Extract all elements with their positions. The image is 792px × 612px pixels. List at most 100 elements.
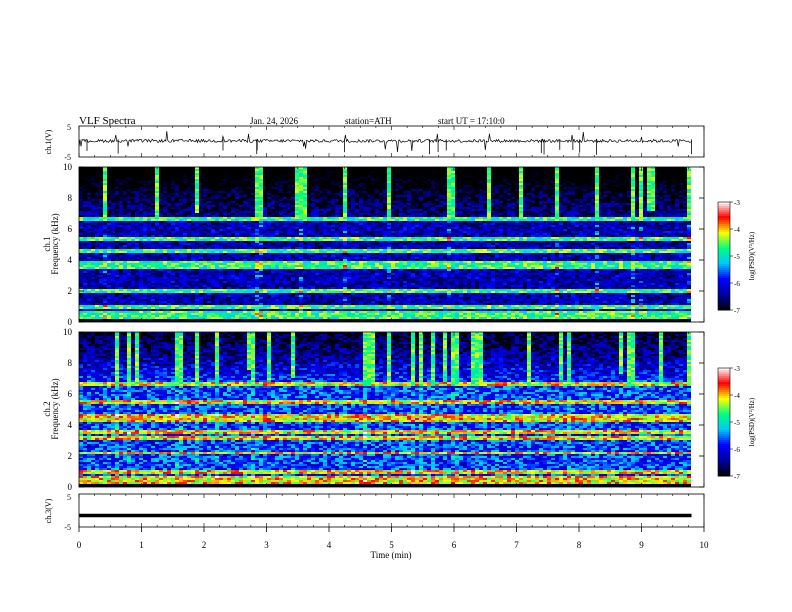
spectrogram-cell [203,173,207,175]
spectrogram-cell [427,199,431,201]
spectrogram-cell [683,181,687,183]
spectrogram-cell [439,201,443,203]
spectrogram-cell [255,225,259,227]
spectrogram-cell [179,187,183,189]
spectrogram-cell [199,227,203,229]
spectrogram-cell [143,205,147,207]
spectrogram-cell [247,199,251,201]
spectrogram-cell [239,211,243,213]
spectrogram-cell [647,169,651,171]
spectrogram-cell [423,175,427,177]
spectrogram-cell [227,211,231,213]
spectrogram-cell [531,205,535,207]
spectrogram-cell [323,173,327,175]
spectrogram-cell [119,181,123,183]
spectrogram-cell [447,195,451,197]
spectrogram-cell [607,197,611,199]
spectrogram-cell [475,223,479,225]
spectrogram-cell [435,209,439,211]
spectrogram-cell [499,183,503,185]
spectrogram-cell [559,193,563,195]
spectrogram-cell [215,227,219,229]
spectrogram-cell [671,205,675,207]
spectrogram-cell [279,187,283,189]
spectrogram-cell [431,229,435,231]
spectrogram-cell [431,195,435,197]
spectrogram-cell [123,185,127,187]
spectrogram-cell [439,211,443,213]
spectrogram-cell [523,189,527,191]
spectrogram-cell [295,199,299,201]
spectrogram-cell [443,175,447,177]
spectrogram-cell [339,173,343,175]
spectrogram-cell [259,211,263,213]
spectrogram-cell [379,187,383,189]
spectrogram-cell [179,229,183,231]
spectrogram-cell [435,213,439,215]
spectrogram-cell [463,227,467,229]
spectrogram-cell [459,193,463,195]
spectrogram-cell [87,227,91,229]
spectrogram-cell [299,217,303,219]
spectrogram-cell [91,175,95,177]
spectrogram-cell [95,231,99,233]
spectrogram-cell [551,193,555,195]
spectrogram-cell [407,183,411,185]
spectrogram-cell [171,171,175,173]
spectrogram-cell [535,169,539,171]
spectrogram-cell [659,169,663,171]
spectrogram-cell [491,195,495,197]
spectrogram-cell [523,175,527,177]
spectrogram-cell [187,227,191,229]
spectrogram-cell [211,199,215,201]
spectrogram-cell [123,229,127,231]
spectrogram-cell [199,195,203,197]
spectrogram-cell [263,197,267,199]
spectrogram-cell [315,207,319,209]
spectrogram-cell [255,229,259,231]
spectrogram-cell [487,199,491,201]
spectrogram-cell [167,205,171,207]
spectrogram-cell [231,207,235,209]
spectrogram-cell [567,191,571,193]
spectrogram-cell [651,171,655,173]
spectrogram-cell [363,223,367,225]
spectrogram-cell [103,179,107,181]
spectrogram-cell [79,175,83,177]
spectrogram-cell [103,219,107,221]
spectrogram-cell [303,229,307,231]
spectrogram-cell [607,209,611,211]
spectrogram-cell [235,227,239,229]
spectrogram-cell [363,171,367,173]
spectrogram-cell [91,203,95,205]
spectrogram-cell [563,179,567,181]
spectrogram-cell [295,179,299,181]
spectrogram-cell [231,211,235,213]
spectrogram-cell [235,175,239,177]
spectrogram-cell [407,207,411,209]
spectrogram-cell [359,231,363,233]
spectrogram-cell [663,223,667,225]
spectrogram-cell [183,219,187,221]
spectrogram-cell [395,221,399,223]
spectrogram-cell [227,191,231,193]
spectrogram-cell [411,199,415,201]
spectrogram-cell [403,205,407,207]
spectrogram-cell [179,173,183,175]
spectrogram-cell [683,185,687,187]
spectrogram-cell [503,183,507,185]
spectrogram-cell [315,171,319,173]
spectrogram-cell [155,179,159,181]
spectrogram-cell [579,219,583,221]
spectrogram-cell [575,179,579,181]
spectrogram-cell [287,227,291,229]
spectrogram-cell [339,171,343,173]
spectrogram-cell [139,201,143,203]
spectrogram-cell [203,217,207,219]
spectrogram-cell [175,217,179,219]
spectrogram-cell [159,221,163,223]
spectrogram-cell [331,229,335,231]
spectrogram-cell [295,185,299,187]
spectrogram-cell [663,207,667,209]
spectrogram-cell [655,169,659,171]
